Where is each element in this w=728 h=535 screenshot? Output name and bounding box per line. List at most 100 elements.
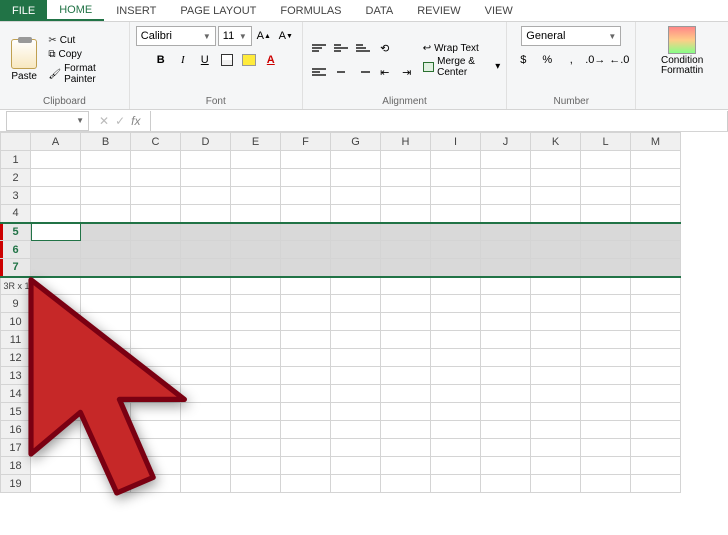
cell[interactable]: [531, 151, 581, 169]
cell[interactable]: [431, 151, 481, 169]
row-header[interactable]: 14: [1, 385, 31, 403]
cell[interactable]: [181, 223, 231, 241]
cell[interactable]: [81, 385, 131, 403]
cell[interactable]: [81, 295, 131, 313]
cell[interactable]: [531, 295, 581, 313]
cell[interactable]: [231, 403, 281, 421]
cell[interactable]: [81, 439, 131, 457]
cell[interactable]: [281, 349, 331, 367]
cell[interactable]: [131, 277, 181, 295]
cell[interactable]: [381, 223, 431, 241]
cell[interactable]: [581, 457, 631, 475]
cell[interactable]: [31, 169, 81, 187]
column-header[interactable]: G: [331, 133, 381, 151]
cell[interactable]: [531, 313, 581, 331]
cell[interactable]: [531, 331, 581, 349]
border-button[interactable]: [217, 50, 237, 70]
cell[interactable]: [331, 385, 381, 403]
cell[interactable]: [331, 313, 381, 331]
cell[interactable]: [631, 349, 681, 367]
cell[interactable]: [231, 187, 281, 205]
cell[interactable]: [431, 439, 481, 457]
cell[interactable]: [31, 277, 81, 295]
cell[interactable]: [31, 151, 81, 169]
cell[interactable]: [281, 421, 331, 439]
cell[interactable]: [331, 439, 381, 457]
cell[interactable]: [181, 367, 231, 385]
cell[interactable]: [431, 241, 481, 259]
cell[interactable]: [31, 223, 81, 241]
number-format-combo[interactable]: General▼: [521, 26, 621, 46]
cell[interactable]: [231, 349, 281, 367]
cell[interactable]: [281, 475, 331, 493]
cell[interactable]: [81, 187, 131, 205]
cell[interactable]: [481, 277, 531, 295]
cell[interactable]: [381, 259, 431, 277]
cell[interactable]: [631, 313, 681, 331]
cell[interactable]: [331, 259, 381, 277]
cell[interactable]: [581, 223, 631, 241]
cell[interactable]: [631, 367, 681, 385]
shrink-font-button[interactable]: A▼: [276, 26, 296, 46]
cell[interactable]: [131, 313, 181, 331]
cell[interactable]: [281, 223, 331, 241]
cell[interactable]: [81, 241, 131, 259]
cell[interactable]: [281, 403, 331, 421]
cell[interactable]: [631, 241, 681, 259]
name-box[interactable]: ▼: [6, 111, 89, 131]
column-header[interactable]: I: [431, 133, 481, 151]
cell[interactable]: [431, 169, 481, 187]
row-header[interactable]: 10: [1, 313, 31, 331]
cell[interactable]: [31, 403, 81, 421]
cell[interactable]: [631, 169, 681, 187]
cell[interactable]: [481, 151, 531, 169]
tab-view[interactable]: VIEW: [473, 0, 525, 21]
cell[interactable]: [581, 475, 631, 493]
cell[interactable]: [381, 349, 431, 367]
cell[interactable]: [481, 349, 531, 367]
format-painter-button[interactable]: 🖌Format Painter: [48, 63, 122, 85]
row-header[interactable]: 4: [1, 205, 31, 223]
italic-button[interactable]: I: [173, 50, 193, 70]
cell[interactable]: [581, 169, 631, 187]
cell[interactable]: [631, 421, 681, 439]
cell[interactable]: [381, 475, 431, 493]
grow-font-button[interactable]: A▲: [254, 26, 274, 46]
column-header[interactable]: K: [531, 133, 581, 151]
font-name-combo[interactable]: Calibri▼: [136, 26, 216, 46]
cell[interactable]: [431, 223, 481, 241]
cell[interactable]: [31, 241, 81, 259]
cell[interactable]: [381, 169, 431, 187]
cell[interactable]: [381, 439, 431, 457]
cell[interactable]: [31, 421, 81, 439]
underline-button[interactable]: U: [195, 50, 215, 70]
font-size-combo[interactable]: 11▼: [218, 26, 252, 46]
column-header[interactable]: J: [481, 133, 531, 151]
percent-button[interactable]: %: [537, 50, 557, 70]
cell[interactable]: [231, 205, 281, 223]
cell[interactable]: [631, 277, 681, 295]
tab-file[interactable]: FILE: [0, 0, 47, 21]
cell[interactable]: [481, 205, 531, 223]
cell[interactable]: [531, 223, 581, 241]
cell[interactable]: [181, 331, 231, 349]
cell[interactable]: [231, 223, 281, 241]
cell[interactable]: [181, 439, 231, 457]
cell[interactable]: [331, 349, 381, 367]
cell[interactable]: [581, 277, 631, 295]
cell[interactable]: [231, 241, 281, 259]
cell[interactable]: [131, 439, 181, 457]
cell[interactable]: [381, 187, 431, 205]
cell[interactable]: [31, 331, 81, 349]
row-header[interactable]: 17: [1, 439, 31, 457]
cell[interactable]: [581, 331, 631, 349]
cell[interactable]: [431, 367, 481, 385]
cell[interactable]: [481, 259, 531, 277]
cell[interactable]: [281, 169, 331, 187]
cell[interactable]: [531, 403, 581, 421]
conditional-formatting-button[interactable]: Condition Formattin: [642, 56, 722, 76]
cell[interactable]: [331, 421, 381, 439]
cell[interactable]: [281, 313, 331, 331]
cell[interactable]: [131, 475, 181, 493]
cell[interactable]: [231, 151, 281, 169]
